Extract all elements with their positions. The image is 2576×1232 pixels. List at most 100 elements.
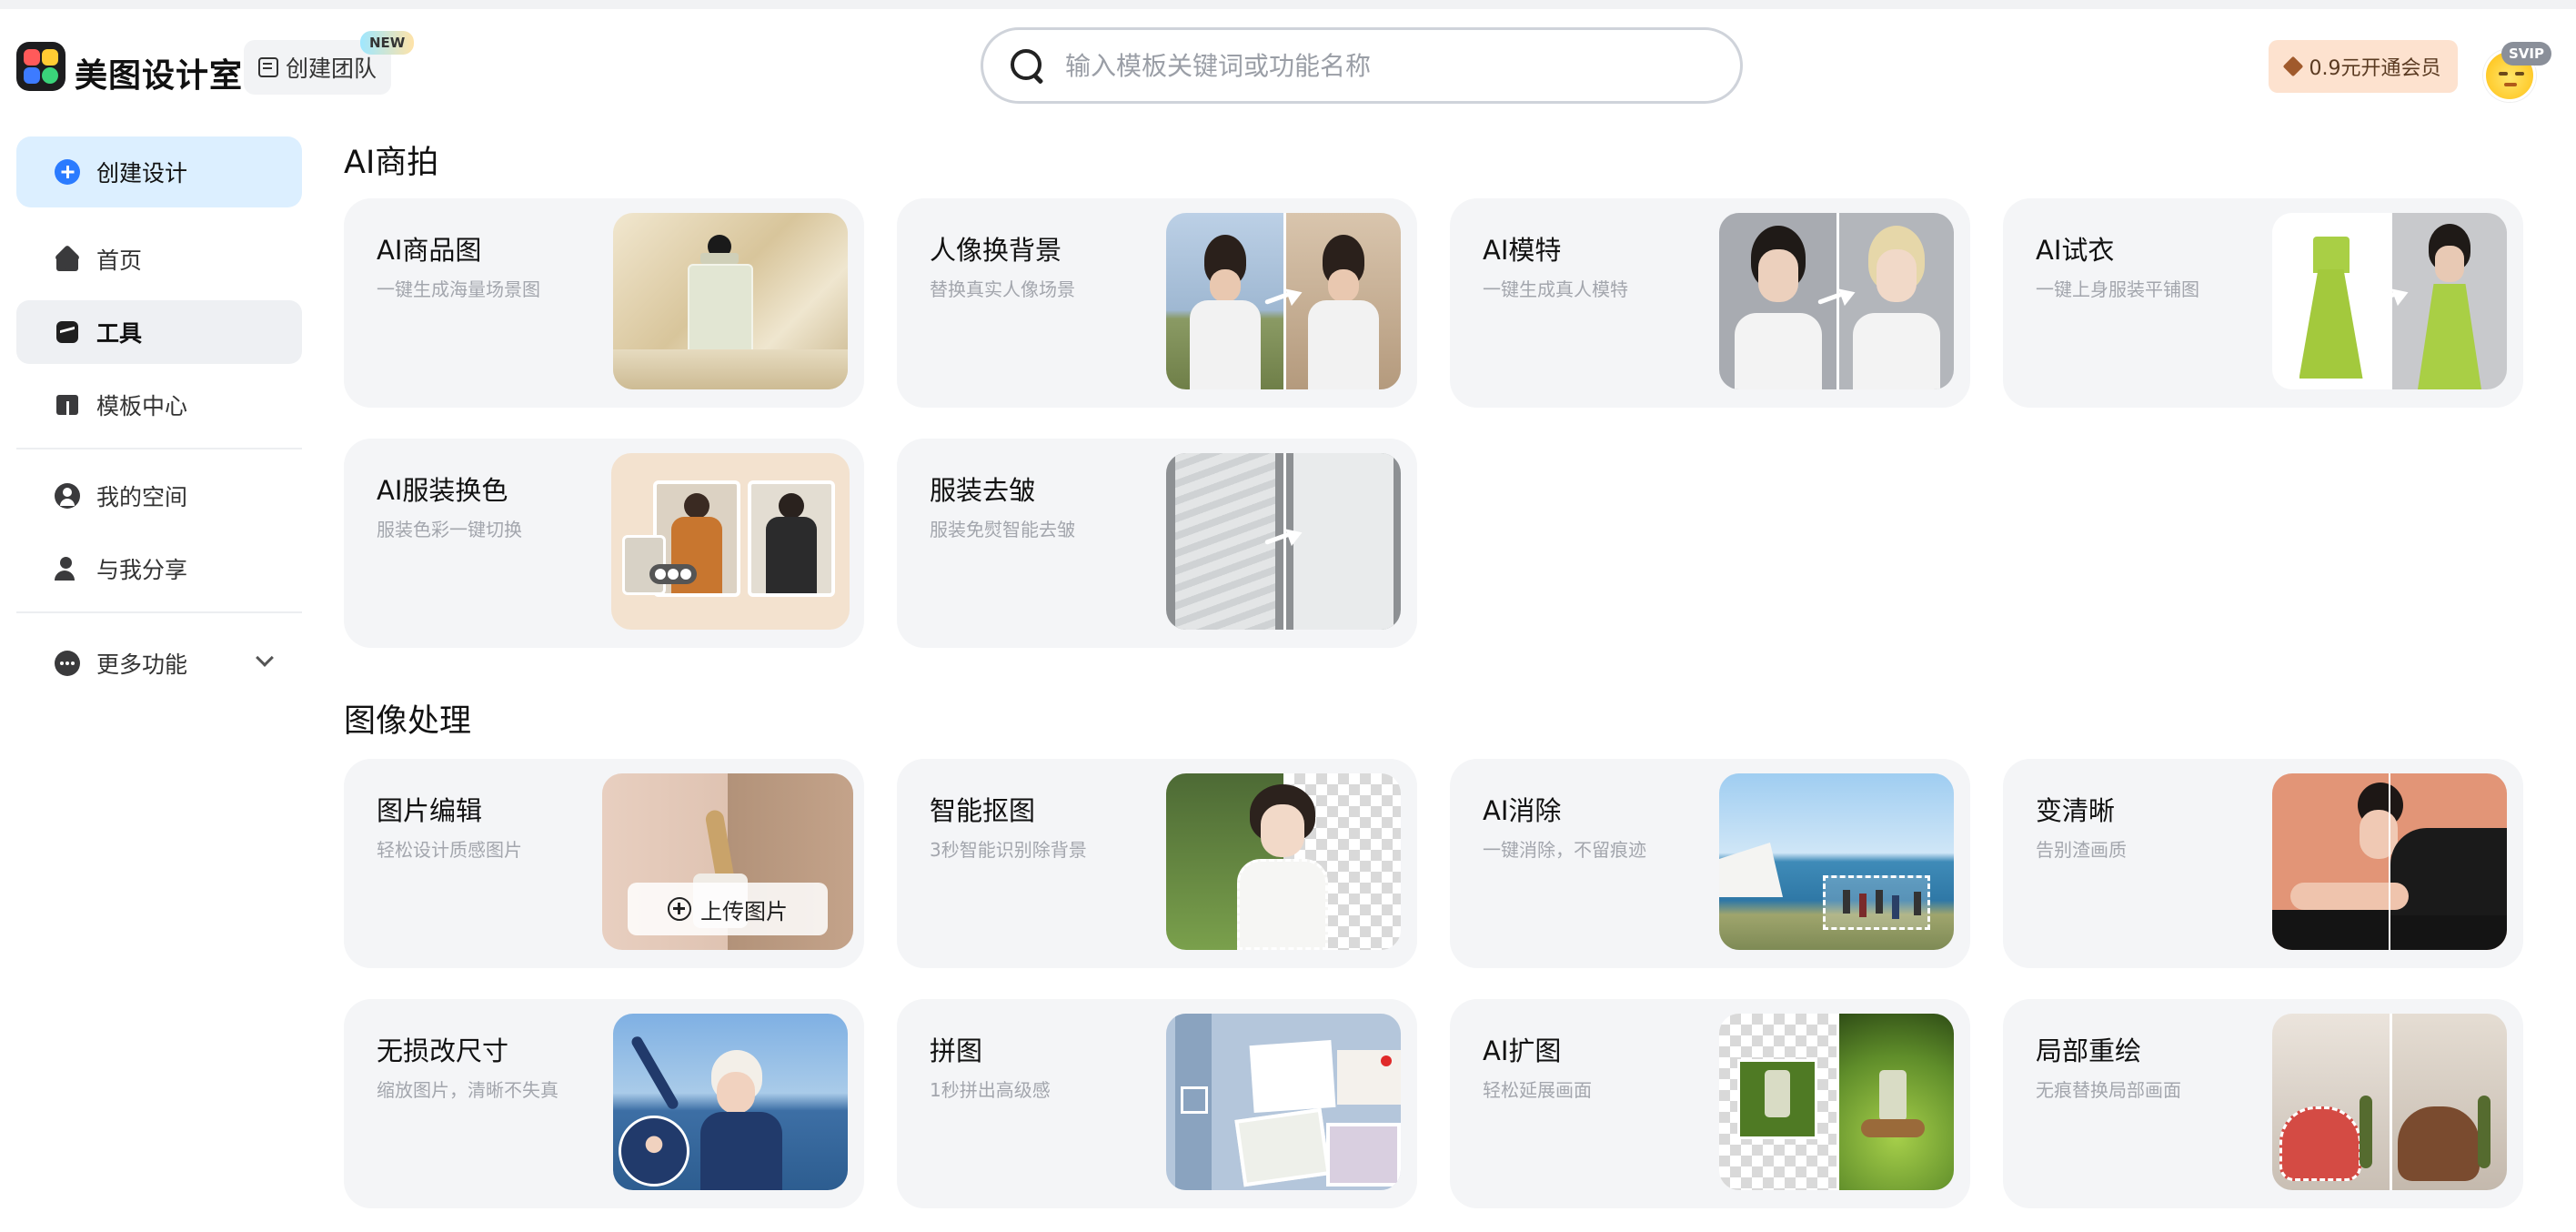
tool-card-image-edit[interactable]: 图片编辑 轻松设计质感图片 上传图片 [344,759,864,968]
card-thumbnail [613,213,848,389]
sidebar-item-label: 首页 [96,247,143,274]
card-title: AI试衣 [2036,235,2115,266]
arrow-icon [1817,288,1857,308]
tool-card-ai-model[interactable]: AI模特 一键生成真人模特 [1450,198,1970,408]
card-desc: 一键上身服装平铺图 [2036,278,2199,300]
upload-image-label: 上传图片 [700,898,788,924]
sidebar-divider [16,611,302,613]
team-icon [258,57,278,77]
upload-image-button[interactable]: 上传图片 [628,883,828,935]
arrow-icon [1264,288,1304,308]
share-icon [55,556,80,581]
tools-icon [55,319,80,345]
card-thumbnail [1166,453,1401,630]
brand-name[interactable]: 美图设计室 [75,49,243,96]
new-badge: NEW [360,31,415,55]
card-thumbnail [1166,1014,1401,1190]
sidebar-item-label: 模板中心 [96,393,188,419]
card-thumbnail [1719,213,1954,389]
card-thumbnail [1719,773,1954,950]
card-desc: 一键生成真人模特 [1483,278,1628,300]
card-thumbnail: 上传图片 [602,773,853,950]
tool-card-smart-cutout[interactable]: 智能抠图 3秒智能识别除背景 [897,759,1417,968]
card-thumbnail [1719,1014,1954,1190]
create-design-label: 创建设计 [96,160,188,187]
sidebar-item-tools[interactable]: 工具 [16,300,302,364]
chevron-down-icon [256,649,274,667]
card-desc: 1秒拼出高级感 [930,1079,1051,1101]
tool-card-wrinkle-removal[interactable]: 服装去皱 服装免熨智能去皱 [897,439,1417,648]
card-title: AI模特 [1483,235,1562,266]
tool-card-ai-tryon[interactable]: AI试衣 一键上身服装平铺图 [2003,198,2523,408]
tool-card-portrait-background[interactable]: 人像换背景 替换真实人像场景 [897,198,1417,408]
card-desc: 替换真实人像场景 [930,278,1075,300]
card-thumbnail [2272,773,2507,950]
card-thumbnail [613,1014,848,1190]
card-title: AI消除 [1483,795,1562,826]
tool-card-clothing-recolor[interactable]: AI服装换色 服装色彩一键切换 [344,439,864,648]
tool-card-ai-product[interactable]: AI商品图 一键生成海量场景图 [344,198,864,408]
user-icon [55,483,80,509]
create-team-label: 创建团队 [286,56,377,82]
card-desc: 无痕替换局部画面 [2036,1079,2181,1101]
more-icon [55,651,80,676]
card-desc: 服装色彩一键切换 [377,519,522,540]
header: 美图设计室 创建团队 NEW 0.9元开通会员 SVIP [0,9,2576,127]
section-title-image-processing: 图像处理 [344,703,472,740]
card-thumbnail [2272,1014,2507,1190]
sidebar-item-my-space[interactable]: 我的空间 [16,464,302,528]
sidebar-item-label: 工具 [96,320,143,347]
section-title-ai-shoot: AI商拍 [344,145,439,181]
card-thumbnail [1166,213,1401,389]
arrow-icon [1264,528,1304,548]
card-desc: 告别渣画质 [2036,839,2127,861]
vip-upgrade-button[interactable]: 0.9元开通会员 [2269,40,2458,93]
top-border [0,0,2576,9]
card-desc: 一键生成海量场景图 [377,278,540,300]
card-title: 拼图 [930,1035,983,1066]
card-desc: 一键消除，不留痕迹 [1483,839,1646,861]
card-desc: 轻松延展画面 [1483,1079,1592,1101]
home-icon [55,247,80,272]
card-title: 图片编辑 [377,795,483,826]
card-title: AI扩图 [1483,1035,1562,1066]
sidebar-item-home[interactable]: 首页 [16,227,302,291]
sidebar-item-label: 我的空间 [96,484,188,510]
arrow-icon [2370,288,2410,308]
card-thumbnail [2272,213,2507,389]
card-thumbnail [1166,773,1401,950]
card-title: 智能抠图 [930,795,1036,826]
card-desc: 服装免熨智能去皱 [930,519,1075,540]
app-logo[interactable] [16,42,65,91]
sidebar-item-more[interactable]: 更多功能 [16,631,302,695]
sidebar-item-templates[interactable]: 模板中心 [16,373,302,437]
sidebar-item-label: 更多功能 [96,651,188,678]
plus-icon [55,159,80,185]
vip-upgrade-label: 0.9元开通会员 [2309,57,2441,80]
add-circle-icon [668,897,691,921]
tool-card-lossless-resize[interactable]: 无损改尺寸 缩放图片，清晰不失真 [344,999,864,1208]
search-input[interactable] [1065,50,1702,81]
tool-card-ai-eraser[interactable]: AI消除 一键消除，不留痕迹 [1450,759,1970,968]
card-title: AI服装换色 [377,475,508,506]
diamond-icon [2282,56,2303,77]
search-icon[interactable] [1009,47,1045,84]
card-title: 无损改尺寸 [377,1035,509,1066]
card-desc: 3秒智能识别除背景 [930,839,1087,861]
tool-card-inpaint[interactable]: 局部重绘 无痕替换局部画面 [2003,999,2523,1208]
sidebar-item-label: 与我分享 [96,557,188,583]
card-title: 人像换背景 [930,235,1062,266]
sidebar-item-shared[interactable]: 与我分享 [16,537,302,601]
sidebar-divider [16,448,302,449]
create-design-button[interactable]: 创建设计 [16,136,302,207]
search-bar[interactable] [981,27,1743,104]
card-title: 局部重绘 [2036,1035,2142,1066]
card-title: 服装去皱 [930,475,1036,506]
tool-card-collage[interactable]: 拼图 1秒拼出高级感 [897,999,1417,1208]
tool-card-ai-expand[interactable]: AI扩图 轻松延展画面 [1450,999,1970,1208]
card-thumbnail [611,453,850,630]
card-desc: 轻松设计质感图片 [377,839,522,861]
card-title: 变清晰 [2036,795,2116,826]
card-desc: 缩放图片，清晰不失真 [377,1079,558,1101]
tool-card-enhance[interactable]: 变清晰 告别渣画质 [2003,759,2523,968]
